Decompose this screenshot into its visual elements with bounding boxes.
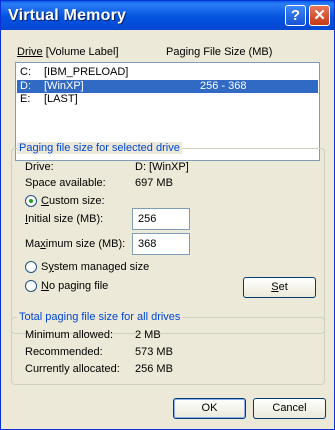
total-paging-group-title: Total paging file size for all drives <box>17 311 183 323</box>
cancel-button[interactable]: Cancel <box>253 398 326 419</box>
selected-drive-group-title: Paging file size for selected drive <box>17 142 182 154</box>
drive-row-e[interactable]: E: [LAST] <box>17 93 318 106</box>
paging-size-column-header: Paging File Size (MB) <box>166 46 273 58</box>
recommended-label: Recommended: <box>25 346 103 358</box>
currently-allocated-label: Currently allocated: <box>25 363 120 375</box>
custom-size-radio[interactable] <box>25 195 37 207</box>
space-available-value: 697 MB <box>135 177 173 189</box>
set-button[interactable]: Set <box>243 277 316 298</box>
window-title: Virtual Memory <box>8 7 127 24</box>
drive-row-d[interactable]: D: [WinXP] 256 - 368 <box>17 80 318 93</box>
minimum-allowed-value: 2 MB <box>135 329 161 341</box>
drive-value: D: [WinXP] <box>135 161 189 173</box>
drive-label: Drive: <box>25 161 54 173</box>
virtual-memory-dialog: Virtual Memory ? ✕ Drive [Volume Label] … <box>0 0 335 430</box>
maximum-size-label: Maximum size (MB): <box>25 238 126 250</box>
recommended-value: 573 MB <box>135 346 173 358</box>
currently-allocated-value: 256 MB <box>135 363 173 375</box>
no-paging-label: No paging file <box>41 280 109 292</box>
no-paging-radio[interactable] <box>25 280 37 292</box>
initial-size-label: Initial size (MB): <box>25 213 104 225</box>
minimum-allowed-label: Minimum allowed: <box>25 329 114 341</box>
ok-button[interactable]: OK <box>173 398 246 419</box>
drive-row-c[interactable]: C: [IBM_PRELOAD] <box>17 66 318 79</box>
close-button[interactable]: ✕ <box>309 5 330 26</box>
drive-column-header: Drive [Volume Label] <box>17 46 119 58</box>
system-managed-radio[interactable] <box>25 261 37 273</box>
help-button[interactable]: ? <box>285 5 306 26</box>
close-icon: ✕ <box>313 7 326 24</box>
title-bar[interactable]: Virtual Memory ? ✕ <box>1 1 334 30</box>
custom-size-label: Custom size: <box>41 195 105 207</box>
maximum-size-input[interactable]: 368 <box>132 233 190 255</box>
help-icon: ? <box>290 7 301 24</box>
dialog-body: Drive [Volume Label] Paging File Size (M… <box>5 30 330 425</box>
initial-size-input[interactable]: 256 <box>132 208 190 230</box>
space-available-label: Space available: <box>25 177 106 189</box>
system-managed-label: System managed size <box>41 261 150 273</box>
